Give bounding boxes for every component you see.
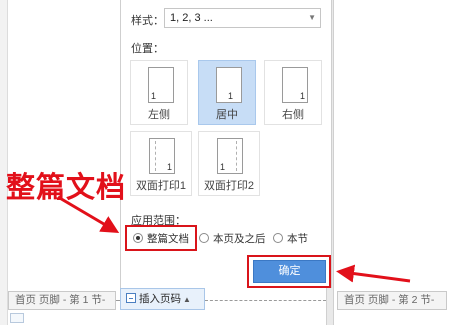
position-option-right[interactable]: 1 右侧 [264, 60, 322, 125]
left-margin-strip [0, 0, 8, 325]
page-number-digit: 1 [228, 91, 234, 101]
footer-section-2-tag: 首页 页脚 - 第 2 节- [337, 291, 447, 310]
page-number-digit: 1 [166, 162, 172, 172]
binding-line [236, 141, 237, 171]
annotation-label: 整篇文档 [6, 170, 127, 204]
position-option-left[interactable]: 1 左侧 [130, 60, 188, 125]
duplex-page-preview-icon: 1 [149, 138, 175, 174]
page-preview-icon: 1 [282, 67, 308, 103]
page-number-digit: 1 [299, 91, 305, 101]
footer-section-1-tag: 首页 页脚 - 第 1 节- [8, 291, 116, 310]
highlight-box-ok-button [247, 255, 331, 288]
position-option-label: 左侧 [148, 109, 170, 121]
caret-up-icon: ▲ [183, 295, 191, 304]
page-number-icon [126, 293, 136, 303]
position-option-label: 双面打印1 [135, 180, 187, 192]
position-option-center[interactable]: 1 居中 [198, 60, 256, 125]
radio-unchecked-icon [273, 233, 283, 243]
style-select[interactable]: 1, 2, 3 ... ▼ [164, 8, 321, 28]
radio-this-page-and-after[interactable]: 本页及之后 [199, 232, 266, 246]
insert-page-number-button[interactable]: 插入页码 ▲ [120, 288, 205, 310]
radio-label: 本页及之后 [213, 233, 266, 245]
position-option-duplex-1[interactable]: 1 双面打印1 [130, 131, 192, 196]
position-option-label: 右侧 [282, 109, 304, 121]
insert-page-number-label: 插入页码 [139, 293, 181, 305]
radio-unchecked-icon [199, 233, 209, 243]
footer-divider [205, 300, 326, 301]
page-preview-icon: 1 [216, 67, 242, 103]
position-option-label: 双面打印2 [203, 180, 255, 192]
style-select-value: 1, 2, 3 ... [170, 12, 213, 24]
style-label: 样式： [131, 15, 164, 27]
page-preview-icon: 1 [148, 67, 174, 103]
page-number-digit: 1 [220, 162, 226, 172]
page-number-digit: 1 [151, 91, 157, 101]
ruler-marker [10, 313, 24, 323]
duplex-page-preview-icon: 1 [217, 138, 243, 174]
radio-this-section[interactable]: 本节 [273, 232, 308, 246]
position-option-duplex-2[interactable]: 1 双面打印2 [198, 131, 260, 196]
binding-line [155, 141, 156, 171]
radio-label: 本节 [287, 233, 308, 245]
position-label: 位置： [131, 43, 164, 55]
highlight-box-whole-document [125, 225, 197, 251]
dropdown-arrow-icon: ▼ [308, 13, 316, 22]
position-option-label: 居中 [216, 109, 238, 121]
